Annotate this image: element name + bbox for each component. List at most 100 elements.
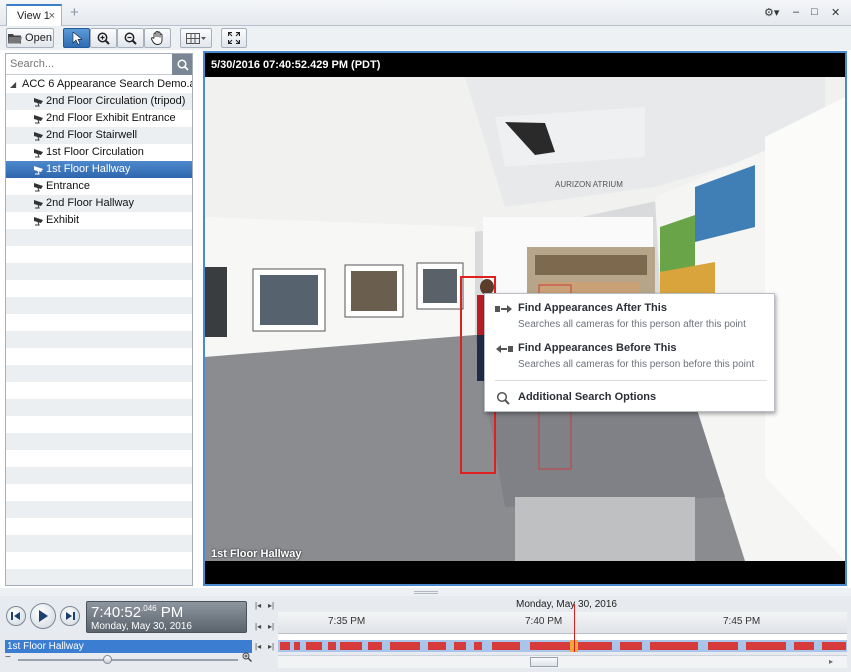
skip-start-icon[interactable]: |◂	[255, 622, 261, 631]
tree-item-camera[interactable]: 2nd Floor Circulation (tripod)	[6, 93, 192, 110]
timeline-ruler[interactable]: 7:35 PM 7:40 PM 7:45 PM	[278, 612, 847, 634]
playback-time-display[interactable]: 7:40:52.046 PM Monday, May 30, 2016	[86, 601, 247, 633]
tree-item-camera[interactable]: 1st Floor Circulation	[6, 144, 192, 161]
menu-item-title: Additional Search Options	[518, 391, 657, 403]
timeline-zoom-slider[interactable]	[18, 659, 238, 661]
tree-item-camera[interactable]: 2nd Floor Exhibit Entrance	[6, 110, 192, 127]
scroll-right-icon[interactable]: ▸	[829, 657, 833, 666]
additional-search-options-item[interactable]: Additional Search Options	[485, 391, 774, 407]
tree-item-camera[interactable]: Exhibit	[6, 212, 192, 229]
tree-root-site[interactable]: ◢ ACC 6 Appearance Search Demo.avk	[6, 76, 192, 93]
tab-label: View 1	[17, 10, 50, 22]
tree-item-label: 2nd Floor Circulation (tripod)	[46, 95, 186, 107]
arrow-left-icon	[496, 345, 513, 353]
play-button[interactable]	[30, 603, 56, 629]
tree-item-camera[interactable]: Entrance	[6, 178, 192, 195]
skip-end-icon[interactable]: ▸|	[268, 642, 274, 651]
timeline-scrollbar[interactable]: ▸	[278, 655, 847, 668]
collapse-caret-icon[interactable]: ◢	[10, 76, 16, 93]
open-button-label: Open	[25, 32, 52, 44]
zoom-out-icon	[124, 32, 137, 45]
video-timestamp: 5/30/2016 07:40:52.429 PM (PDT)	[211, 59, 381, 71]
add-tab-icon[interactable]: +	[70, 4, 79, 21]
playback-time-ampm: PM	[160, 604, 184, 621]
zoom-in-button[interactable]	[90, 28, 117, 48]
zoom-in-small-icon[interactable]	[242, 652, 252, 665]
arrow-right-icon	[495, 305, 512, 313]
skip-start-icon[interactable]: |◂	[255, 601, 261, 610]
playhead-line[interactable]	[574, 604, 575, 652]
step-back-icon	[11, 612, 20, 620]
maximize-icon[interactable]: □	[811, 6, 818, 18]
timeline-tick-label: 7:40 PM	[525, 616, 563, 627]
tree-item-camera[interactable]: 2nd Floor Hallway	[6, 195, 192, 212]
playback-time-ms: .046	[141, 604, 157, 613]
menu-item-title: Find Appearances After This	[518, 302, 667, 314]
camera-icon	[34, 166, 43, 175]
cursor-icon	[72, 31, 82, 45]
camera-icon	[34, 149, 43, 158]
atrium-sign-text: AURIZON ATRIUM	[555, 180, 623, 189]
timeline-date-label: Monday, May 30, 2016	[516, 599, 617, 610]
close-window-icon[interactable]: ✕	[831, 6, 840, 19]
tree-item-label: 2nd Floor Hallway	[46, 197, 135, 209]
minimize-icon[interactable]: –	[793, 6, 799, 18]
find-appearances-before-item[interactable]: Find Appearances Before This Searches al…	[485, 342, 774, 376]
tree-item-label: 2nd Floor Exhibit Entrance	[46, 112, 176, 124]
tree-item-label: 1st Floor Circulation	[46, 146, 144, 158]
tree-item-camera[interactable]: 2nd Floor Stairwell	[6, 127, 192, 144]
camera-tree-panel: ◢ ACC 6 Appearance Search Demo.avk 2nd F…	[5, 53, 193, 586]
camera-tree: ◢ ACC 6 Appearance Search Demo.avk 2nd F…	[6, 76, 192, 585]
open-button[interactable]: Open	[6, 28, 54, 48]
zoom-in-icon	[97, 32, 110, 45]
timeline[interactable]: Monday, May 30, 2016 7:35 PM 7:40 PM 7:4…	[278, 596, 847, 656]
skip-start-icon[interactable]: |◂	[255, 642, 261, 651]
scrollbar-thumb[interactable]	[530, 657, 558, 667]
tree-item-label: 1st Floor Hallway	[46, 163, 131, 175]
zoom-out-small-icon[interactable]: −	[5, 652, 11, 663]
search-icon	[496, 391, 510, 405]
layout-button[interactable]	[180, 28, 212, 48]
fullscreen-button[interactable]	[221, 28, 247, 48]
tree-item-camera-selected[interactable]: 1st Floor Hallway	[6, 161, 192, 178]
menu-item-subtitle: Searches all cameras for this person bef…	[518, 359, 755, 370]
skip-end-icon[interactable]: ▸|	[268, 622, 274, 631]
find-appearances-after-item[interactable]: Find Appearances After This Searches all…	[485, 302, 774, 336]
recording-bar[interactable]	[278, 640, 847, 652]
camera-icon	[34, 183, 43, 192]
pan-tool-button[interactable]	[144, 28, 171, 48]
zoom-slider-thumb[interactable]	[103, 655, 112, 664]
panel-splitter[interactable]	[0, 588, 851, 596]
tab-view-1[interactable]: View 1 ×	[6, 4, 62, 27]
step-forward-icon	[66, 612, 75, 620]
menu-divider	[495, 380, 767, 381]
play-icon	[39, 610, 48, 622]
select-tool-button[interactable]	[63, 28, 90, 48]
close-tab-icon[interactable]: ×	[49, 10, 55, 22]
camera-icon	[34, 217, 43, 226]
search-button[interactable]	[172, 54, 192, 75]
step-back-button[interactable]	[6, 606, 26, 626]
menu-item-subtitle: Searches all cameras for this person aft…	[518, 319, 746, 330]
hand-icon	[151, 31, 163, 45]
camera-icon	[34, 200, 43, 209]
fullscreen-icon	[228, 32, 240, 44]
playback-time-main: 7:40:52	[91, 604, 142, 621]
timeline-tick-label: 7:35 PM	[328, 616, 366, 627]
search-input[interactable]	[6, 54, 174, 75]
timeline-camera-row-label[interactable]: 1st Floor Hallway	[5, 640, 252, 653]
appearance-context-menu: Find Appearances After This Searches all…	[484, 293, 775, 412]
menu-item-title: Find Appearances Before This	[518, 342, 677, 354]
search-icon	[176, 58, 189, 71]
settings-icon[interactable]: ⚙▾	[764, 6, 779, 19]
tree-root-label: ACC 6 Appearance Search Demo.avk	[22, 78, 193, 90]
tab-bar	[0, 0, 851, 26]
tree-item-label: Exhibit	[46, 214, 80, 226]
zoom-out-button[interactable]	[117, 28, 144, 48]
layout-grid-icon	[186, 32, 206, 44]
folder-icon	[8, 33, 23, 43]
video-camera-label: 1st Floor Hallway	[211, 548, 302, 560]
camera-icon	[34, 132, 43, 141]
step-forward-button[interactable]	[60, 606, 80, 626]
skip-end-icon[interactable]: ▸|	[268, 601, 274, 610]
